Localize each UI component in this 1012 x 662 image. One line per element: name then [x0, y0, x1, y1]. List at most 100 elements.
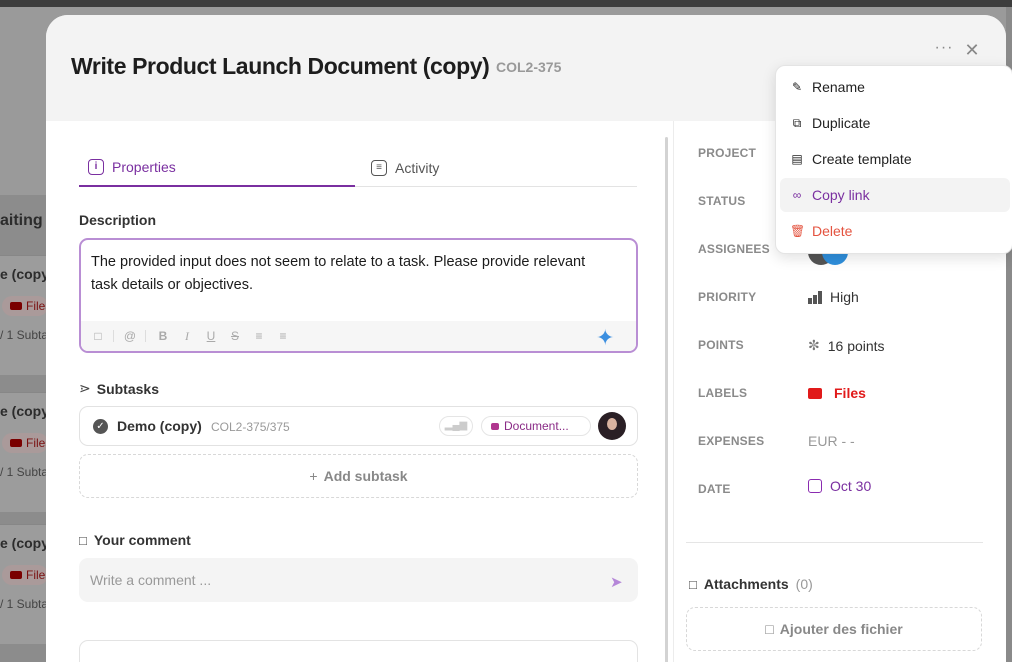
plus-icon: + — [309, 468, 318, 484]
points-icon: ✼ — [808, 337, 820, 353]
background-card-subtasks: / 1 Subta — [0, 465, 46, 479]
bold-icon[interactable]: B — [156, 329, 170, 343]
assignees-label: ASSIGNEES — [698, 242, 770, 256]
task-actions-menu: ✎ Rename ⧉ Duplicate ▤ Create template ∞… — [775, 65, 1012, 254]
add-attachment-label: Ajouter des fichier — [779, 621, 903, 637]
expenses-value[interactable]: EUR - - — [808, 433, 855, 449]
description-label: Description — [79, 212, 157, 228]
comment-icon: □ — [79, 532, 87, 548]
menu-item-duplicate[interactable]: ⧉ Duplicate — [780, 106, 1010, 140]
project-label: PROJECT — [698, 146, 757, 160]
copy-icon: ⧉ — [792, 116, 802, 130]
attach-file-icon[interactable]: □ — [91, 329, 105, 343]
subtasks-header: ⋗ Subtasks — [79, 380, 159, 397]
priority-value[interactable]: High — [808, 289, 859, 305]
file-icon: □ — [689, 576, 697, 592]
points-label: POINTS — [698, 338, 744, 352]
add-subtask-button[interactable]: + Add subtask — [79, 454, 638, 498]
background-card-tag: Files — [2, 433, 46, 453]
background-card-title: e (copy) — [0, 535, 46, 551]
menu-item-label: Create template — [812, 151, 912, 167]
background-card-title: e (copy) — [0, 266, 46, 282]
panel-divider — [673, 121, 674, 662]
background-card-subtasks: / 1 Subtas — [0, 328, 46, 342]
background-card[interactable]: e (copy) Files / 1 Subta — [0, 392, 46, 512]
bullet-list-icon[interactable]: ≡ — [252, 329, 266, 343]
avatar[interactable] — [598, 412, 626, 440]
description-editor[interactable]: The provided input does not seem to rela… — [79, 238, 638, 353]
priority-label: PRIORITY — [698, 290, 757, 304]
mention-icon[interactable]: @ — [123, 329, 137, 343]
subtask-row[interactable]: ✓ Demo (copy) COL2-375/375 ▂▄▆ Document.… — [79, 406, 638, 446]
list-icon: ≡ — [371, 159, 387, 176]
strikethrough-icon[interactable]: S — [228, 329, 242, 343]
info-icon: i — [88, 158, 104, 175]
priority-text: High — [830, 289, 859, 305]
calendar-icon — [808, 479, 822, 493]
activity-card — [79, 640, 638, 662]
task-title[interactable]: Write Product Launch Document (copy) — [71, 53, 490, 80]
numbered-list-icon[interactable]: ≡ — [276, 329, 290, 343]
link-icon: ∞ — [792, 188, 802, 202]
close-icon[interactable]: ✕ — [962, 40, 982, 60]
add-subtask-label: Add subtask — [323, 468, 408, 484]
background-card[interactable]: e (copy) Files / 1 Subta — [0, 524, 46, 644]
background-card-subtasks: / 1 Subta — [0, 597, 46, 611]
label-tag-text: Files — [834, 385, 866, 401]
points-value[interactable]: ✼ 16 points — [808, 337, 885, 354]
background-card[interactable]: e (copy) Files / 1 Subtas — [0, 255, 46, 375]
background-card-tag: Files — [2, 565, 46, 585]
toolbar-divider — [145, 330, 146, 342]
menu-item-label: Duplicate — [812, 115, 871, 131]
labels-label: LABELS — [698, 386, 748, 400]
tab-properties-label: Properties — [112, 158, 176, 175]
subtask-label-chip[interactable]: Document... — [481, 416, 591, 436]
menu-item-create-template[interactable]: ▤ Create template — [780, 142, 1010, 176]
add-attachment-button[interactable]: □ Ajouter des fichier — [686, 607, 982, 651]
comment-input[interactable] — [79, 558, 638, 602]
underline-icon[interactable]: U — [204, 329, 218, 343]
priority-bars-icon[interactable]: ▂▄▆ — [439, 416, 473, 436]
check-circle-icon[interactable]: ✓ — [93, 419, 108, 434]
attachments-count: (0) — [795, 576, 813, 592]
comment-header: □ Your comment — [79, 532, 191, 548]
tab-activity-label: Activity — [395, 159, 440, 176]
menu-item-copy-link[interactable]: ∞ Copy link — [780, 178, 1010, 212]
italic-icon[interactable]: I — [180, 329, 194, 344]
trash-icon: 🗑︎ — [790, 224, 806, 238]
tab-properties[interactable]: i Properties — [79, 148, 355, 187]
subtask-code: COL2-375/375 — [211, 420, 290, 434]
subtask-name: Demo (copy) — [117, 418, 202, 434]
more-horizontal-icon[interactable]: ··· — [934, 40, 954, 57]
tab-bar: i Properties ≡ Activity — [79, 148, 637, 187]
subtasks-label: Subtasks — [96, 380, 159, 397]
attachments-divider — [686, 542, 983, 543]
menu-item-delete[interactable]: 🗑︎ Delete — [780, 214, 1010, 248]
background-card-tag: Files — [2, 296, 46, 316]
menu-item-rename[interactable]: ✎ Rename — [780, 70, 1010, 104]
date-value[interactable]: Oct 30 — [808, 478, 871, 494]
toolbar-divider — [113, 330, 114, 342]
status-label: STATUS — [698, 194, 746, 208]
template-icon: ▤ — [791, 152, 803, 166]
description-text[interactable]: The provided input does not seem to rela… — [91, 251, 611, 297]
pencil-icon: ✎ — [791, 80, 803, 94]
ai-sparkle-icon[interactable]: ✦ — [596, 325, 614, 351]
editor-toolbar: □ @ B I U S ≡ ≡ ✦ — [81, 321, 636, 351]
app-top-bar — [0, 0, 1012, 7]
scrollbar[interactable] — [665, 137, 668, 662]
expenses-label: EXPENSES — [698, 434, 765, 448]
tab-activity[interactable]: ≡ Activity — [371, 148, 439, 187]
priority-high-icon — [808, 290, 822, 304]
date-label: DATE — [698, 482, 731, 496]
label-tag-files[interactable]: Files — [808, 385, 866, 401]
menu-item-label: Copy link — [812, 187, 870, 203]
menu-item-label: Delete — [812, 223, 853, 239]
file-plus-icon: □ — [765, 621, 774, 637]
points-text: 16 points — [827, 337, 885, 354]
tag-icon — [808, 385, 826, 401]
comment-label: Your comment — [93, 532, 191, 548]
menu-item-label: Rename — [812, 79, 865, 95]
send-icon[interactable]: ➤ — [610, 573, 623, 591]
attachments-label: Attachments — [703, 576, 789, 592]
